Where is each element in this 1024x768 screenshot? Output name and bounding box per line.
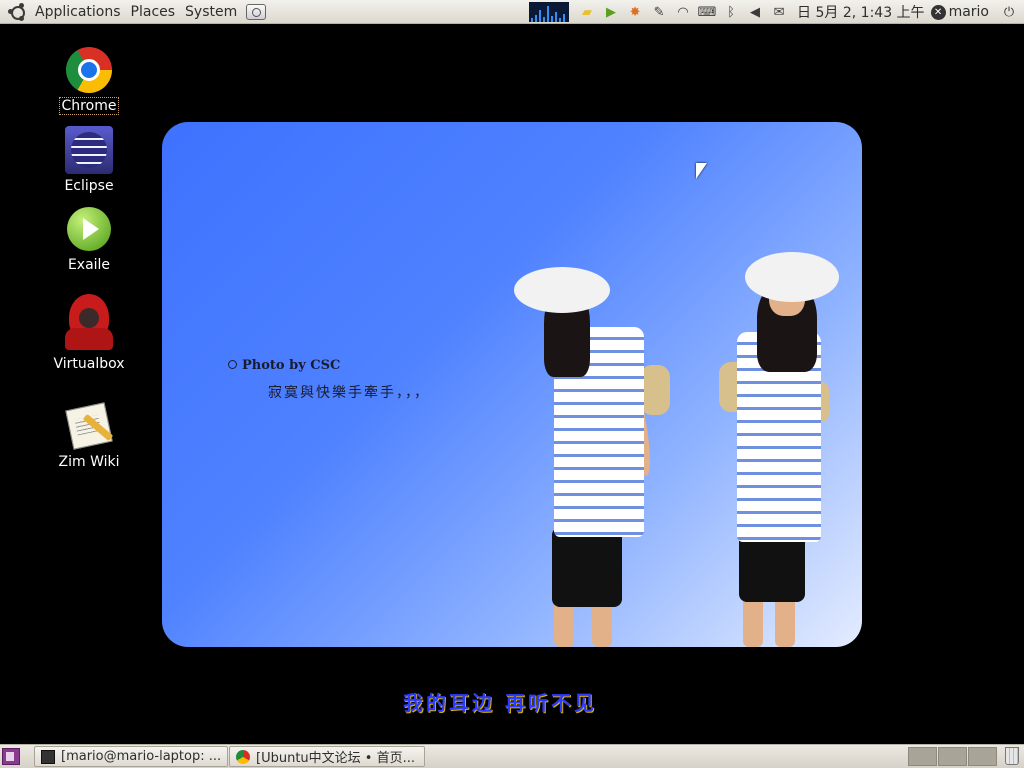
system-tray: ▰ ▶ ✸ ✎ ◠ ⌨ ᛒ ◀ ✉ 日 5月 2, 1:43 上午 ✕ mari… [529, 0, 1024, 24]
notes-icon[interactable]: ✎ [650, 3, 668, 21]
volume-icon[interactable]: ◀ [746, 3, 764, 21]
user-status-icon[interactable]: ✕ [930, 4, 946, 20]
virtualbox-icon [63, 294, 115, 352]
wallpaper-poem: 寂寞與快樂手牽手，，， [268, 385, 430, 401]
show-desktop-icon[interactable] [2, 748, 20, 765]
bottom-panel: [mario@mario-laptop: ... [Ubuntu中文论坛 • 首… [0, 744, 1024, 768]
workspace-1[interactable] [908, 747, 937, 766]
wallpaper-photo: Photo by CSC 寂寞與快樂手牽手，，， [162, 122, 862, 647]
desktop-icon-label: Virtualbox [53, 356, 125, 372]
desktop-icon-zim-wiki[interactable]: Zim Wiki [44, 402, 134, 470]
taskbar-item-label: [mario@mario-laptop: ... [61, 749, 222, 764]
folder-icon[interactable]: ▰ [578, 3, 596, 21]
clock[interactable]: 日 5月 2, 1:43 上午 [797, 2, 925, 22]
applications-menu[interactable]: Applications [30, 0, 126, 24]
workspace-2[interactable] [938, 747, 967, 766]
system-menu[interactable]: System [180, 0, 242, 24]
taskbar-item-label: [Ubuntu中文论坛 • 首页... [256, 751, 415, 766]
keyboard-icon[interactable]: ⌨ [698, 3, 717, 21]
eclipse-icon [65, 126, 113, 174]
desktop-icon-exaile[interactable]: Exaile [44, 207, 134, 273]
person-figure [512, 257, 692, 647]
desktop-icon-label: Eclipse [64, 178, 114, 194]
desktop-icon-label: Chrome [58, 97, 120, 115]
workspace-3[interactable] [968, 747, 997, 766]
update-notifier-icon[interactable]: ✸ [626, 3, 644, 21]
desktop-icon-eclipse[interactable]: Eclipse [44, 126, 134, 194]
mail-icon[interactable]: ✉ [770, 3, 788, 21]
taskbar-item-terminal[interactable]: [mario@mario-laptop: ... [34, 746, 228, 767]
system-monitor-graph[interactable] [529, 2, 570, 22]
top-panel: Applications Places System ▰ ▶ ✸ ✎ ◠ ⌨ ᛒ… [0, 0, 1024, 24]
wifi-icon[interactable]: ◠ [674, 3, 692, 21]
power-icon[interactable]: ⏻ [1000, 3, 1018, 21]
song-caption: 我的耳边 再听不见 [403, 691, 597, 715]
terminal-icon [41, 749, 55, 764]
ubuntu-logo-icon[interactable] [8, 2, 26, 21]
chrome-icon [236, 749, 250, 764]
screenshot-launcher-icon[interactable] [246, 3, 267, 20]
desktop-icon-label: Exaile [67, 257, 111, 273]
places-menu[interactable]: Places [126, 0, 181, 24]
trash-icon[interactable] [1005, 747, 1019, 765]
desktop-icon-virtualbox[interactable]: Virtualbox [44, 294, 134, 372]
media-play-icon[interactable]: ▶ [602, 3, 620, 21]
taskbar-item-browser[interactable]: [Ubuntu中文论坛 • 首页... [229, 746, 425, 767]
desktop-icon-chrome[interactable]: Chrome [44, 47, 134, 115]
person-figure [717, 252, 847, 647]
mouse-cursor-icon [696, 163, 707, 179]
chrome-icon [66, 47, 112, 93]
zim-wiki-icon [63, 402, 115, 450]
bluetooth-icon[interactable]: ᛒ [722, 3, 740, 21]
photo-credit: Photo by CSC [228, 358, 340, 373]
user-name[interactable]: mario [949, 4, 989, 20]
desktop-icon-label: Zim Wiki [58, 454, 120, 470]
exaile-icon [67, 207, 111, 251]
